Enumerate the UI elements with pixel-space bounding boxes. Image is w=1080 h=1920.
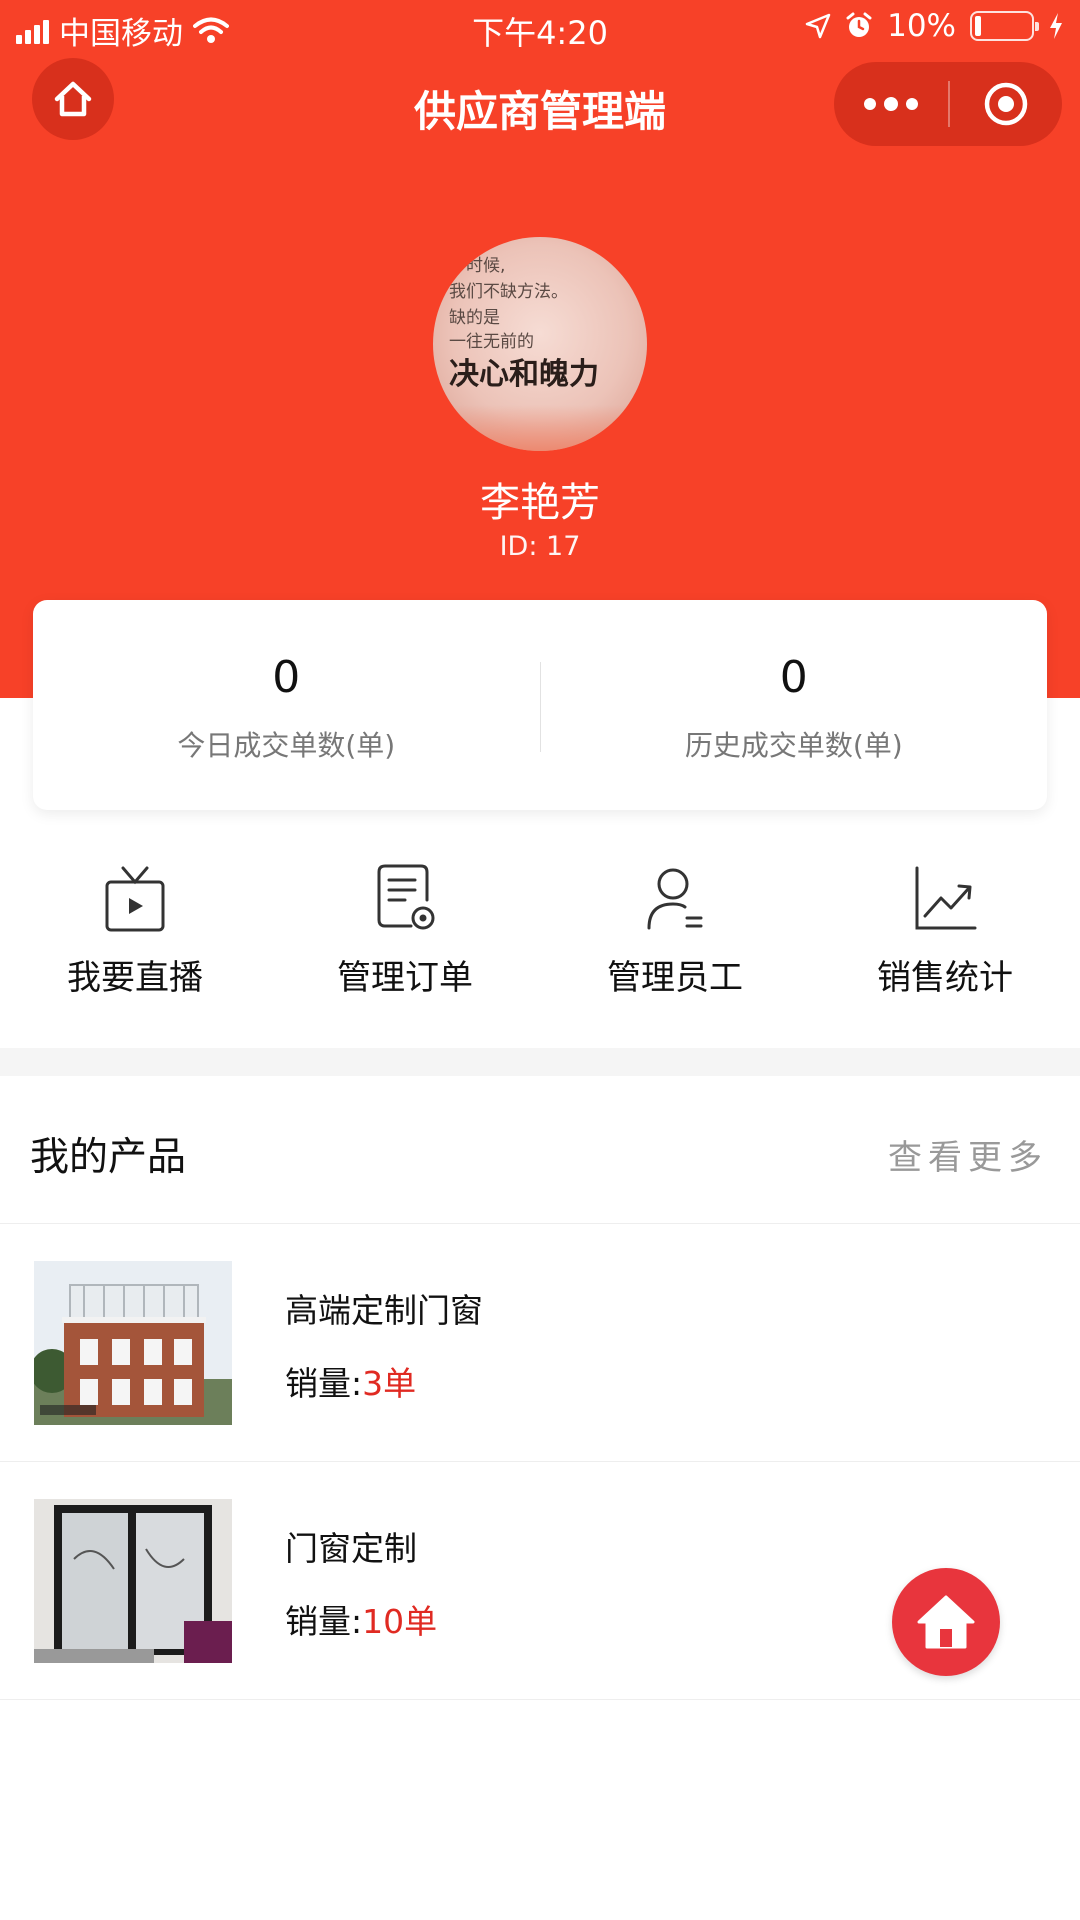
dot-icon <box>906 98 918 110</box>
staff-icon <box>647 868 703 930</box>
products-header: 我的产品 查看更多 <box>0 1076 1080 1224</box>
dot-icon <box>864 98 876 110</box>
order-settings-icon <box>377 864 435 930</box>
live-tv-icon <box>105 866 165 932</box>
charging-icon <box>1050 13 1062 39</box>
menu-item-live[interactable]: 我要直播 <box>0 850 270 1010</box>
more-button[interactable] <box>834 62 948 146</box>
stat-label: 今日成交单数(单) <box>177 729 396 762</box>
stat-label: 历史成交单数(单) <box>684 729 903 762</box>
user-id: ID: 17 <box>499 531 581 562</box>
product-sales: 销量:10单 <box>285 1595 437 1643</box>
sales-value: 3单 <box>362 1364 417 1403</box>
menu-label: 我要直播 <box>67 958 203 998</box>
battery-icon <box>970 11 1039 41</box>
menu-item-sales-stats[interactable]: 销售统计 <box>810 850 1080 1010</box>
sales-value: 10单 <box>362 1602 438 1641</box>
location-icon <box>805 13 831 39</box>
miniprogram-capsule <box>834 62 1062 146</box>
product-image <box>34 1261 232 1425</box>
close-miniprogram-button[interactable] <box>950 62 1062 146</box>
product-image <box>34 1499 232 1663</box>
user-name: 李艳芳 <box>480 480 600 526</box>
sales-label: 销量: <box>285 1602 363 1641</box>
stat-history[interactable]: 0 历史成交单数(单) <box>541 600 1048 810</box>
avatar-glow <box>433 405 647 451</box>
menu-label: 销售统计 <box>877 958 1013 998</box>
avatar-text-line: 缺的是 <box>449 308 500 328</box>
function-menu: 我要直播 管理订单 管理员工 销售统计 <box>0 850 1080 1010</box>
stat-today[interactable]: 0 今日成交单数(单) <box>33 600 540 810</box>
menu-label: 管理订单 <box>337 958 473 998</box>
avatar-text-line: 我们不缺方法。 <box>449 282 568 302</box>
product-sales: 销量:3单 <box>285 1357 416 1405</box>
section-gap <box>0 1048 1080 1076</box>
menu-item-staff[interactable]: 管理员工 <box>540 850 810 1010</box>
stat-value: 0 <box>779 652 808 703</box>
floating-home-button[interactable] <box>892 1568 1000 1676</box>
avatar[interactable]: 多时候, 我们不缺方法。 缺的是 一往无前的 决心和魄力 <box>433 237 647 451</box>
sales-chart-icon <box>915 866 977 930</box>
battery-percent: 10% <box>887 8 956 44</box>
product-name: 高端定制门窗 <box>285 1291 483 1330</box>
product-item[interactable]: 高端定制门窗 销量:3单 <box>0 1224 1080 1462</box>
alarm-icon <box>846 12 872 37</box>
sales-label: 销量: <box>285 1364 363 1403</box>
dot-icon <box>884 97 898 111</box>
menu-label: 管理员工 <box>607 958 743 998</box>
products-title: 我的产品 <box>30 1135 187 1180</box>
menu-item-orders[interactable]: 管理订单 <box>270 850 540 1010</box>
view-more-link[interactable]: 查看更多 <box>888 1130 1048 1179</box>
stat-value: 0 <box>272 652 301 703</box>
avatar-text-line: 多时候, <box>449 256 506 276</box>
avatar-headline: 决心和魄力 <box>449 357 599 392</box>
product-name: 门窗定制 <box>285 1529 417 1568</box>
status-bar: 中国移动 下午4:20 10% <box>0 0 1080 56</box>
status-right: 10% <box>805 8 1064 44</box>
target-icon <box>984 82 1028 126</box>
stats-card: 0 今日成交单数(单) 0 历史成交单数(单) <box>33 600 1047 810</box>
home-icon <box>917 1595 975 1649</box>
